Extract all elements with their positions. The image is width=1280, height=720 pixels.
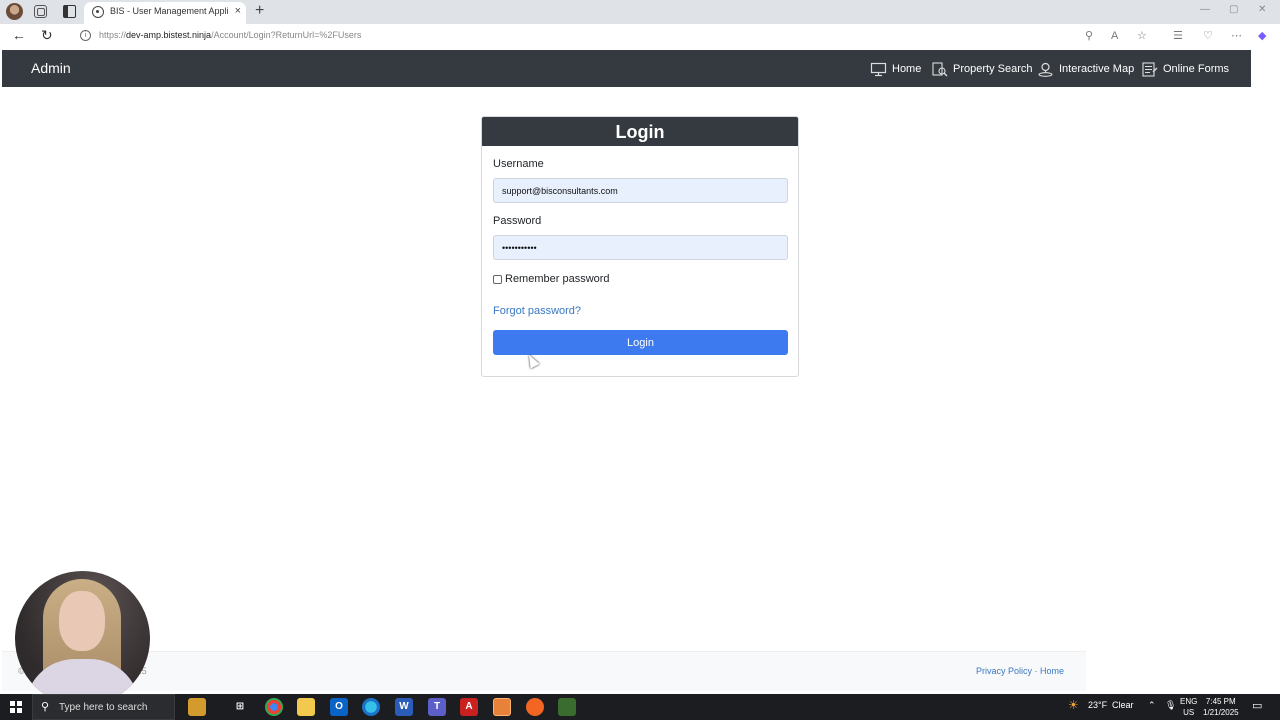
login-button[interactable]: Login [493, 330, 788, 355]
new-tab-button[interactable]: + [255, 1, 264, 21]
close-window-button[interactable]: ✕ [1258, 4, 1266, 15]
address-bar-row: ← ↻ i https://dev-amp.bistest.ninja/Acco… [0, 24, 1280, 48]
snipping-app-icon[interactable] [493, 698, 511, 716]
app-navbar: Admin Home Property Search Interactive M… [2, 50, 1251, 87]
webcam-overlay [15, 571, 150, 706]
footer-home-link[interactable]: Home [1040, 666, 1064, 676]
site-info-icon[interactable]: i [80, 30, 91, 41]
favorite-star-icon[interactable]: ☆ [1137, 30, 1147, 42]
password-label: Password [493, 215, 542, 227]
login-card-title: Login [482, 117, 798, 146]
language-indicator[interactable]: ENG US [1180, 696, 1197, 718]
password-input[interactable] [493, 235, 788, 260]
microphone-icon[interactable]: 🎙 [1165, 700, 1176, 711]
username-input[interactable] [493, 178, 788, 203]
teams-app-icon[interactable]: T [428, 698, 446, 716]
footer-links: Privacy Policy · Home [976, 666, 1064, 676]
nav-item-home[interactable]: Home [870, 60, 921, 78]
clock[interactable]: 7:45 PM 1/21/2025 [1203, 696, 1239, 718]
copilot-icon[interactable]: ◆ [1258, 30, 1266, 42]
weather-temp[interactable]: 23°F [1088, 700, 1107, 710]
remember-password-label[interactable]: Remember password [505, 273, 610, 285]
browser-tab-strip: BIS - User Management Applicati × + — ▢ … [0, 0, 1280, 24]
nav-item-interactive-map[interactable]: Interactive Map [1037, 60, 1134, 78]
login-card: Login Username Password Remember passwor… [481, 116, 799, 377]
monitor-icon [870, 62, 887, 77]
terminal-app-icon[interactable] [558, 698, 576, 716]
tab-close-icon[interactable]: × [235, 5, 241, 17]
taskbar-search[interactable]: ⚲ Type here to search [32, 694, 175, 720]
remember-password-checkbox[interactable] [493, 275, 502, 284]
maximize-button[interactable]: ▢ [1229, 4, 1238, 15]
chrome-app-icon[interactable] [265, 698, 283, 716]
tray-chevron-icon[interactable]: ⌃ [1148, 700, 1156, 711]
edge-app-icon[interactable] [362, 698, 380, 716]
notifications-icon[interactable]: ▭ [1252, 699, 1262, 712]
word-app-icon[interactable]: W [395, 698, 413, 716]
key-icon[interactable]: ⚲ [1085, 30, 1093, 42]
form-icon [1141, 61, 1158, 77]
nav-item-property-search[interactable]: Property Search [931, 60, 1032, 78]
windows-taskbar: ⚲ Type here to search ⊞ O W T A ☀ 23°F C… [0, 694, 1280, 720]
profile-avatar-icon[interactable] [6, 3, 23, 20]
search-icon: ⚲ [41, 701, 50, 713]
search-doc-icon [931, 61, 948, 77]
file-explorer-icon[interactable] [297, 698, 315, 716]
nav-item-label: Online Forms [1163, 63, 1230, 75]
privacy-policy-link[interactable]: Privacy Policy [976, 666, 1032, 676]
map-pin-icon [1037, 62, 1054, 77]
back-arrow-icon[interactable]: ← [12, 27, 26, 43]
windows-start-icon[interactable] [10, 701, 22, 713]
briefcase-app-icon[interactable] [188, 698, 206, 716]
username-label: Username [493, 158, 544, 170]
recorder-app-icon[interactable] [526, 698, 544, 716]
read-aloud-icon[interactable]: A [1111, 30, 1118, 42]
nav-item-label: Home [892, 63, 922, 75]
weather-desc[interactable]: Clear [1112, 700, 1134, 710]
page-footer: ©25 Privacy Policy · Home [2, 651, 1086, 691]
more-menu-icon[interactable]: ⋯ [1231, 30, 1242, 42]
browser-essentials-icon[interactable]: ♡ [1203, 30, 1213, 42]
nav-item-label: Interactive Map [1059, 63, 1135, 75]
acrobat-app-icon[interactable]: A [460, 698, 478, 716]
taskbar-search-placeholder: Type here to search [59, 702, 148, 713]
nav-item-label: Property Search [953, 63, 1033, 75]
navbar-brand[interactable]: Admin [31, 60, 71, 76]
url-text: https://dev-amp.bistest.ninja/Account/Lo… [99, 30, 362, 40]
tab-title: BIS - User Management Applicati [110, 6, 228, 16]
workspaces-icon[interactable] [34, 5, 47, 18]
refresh-icon[interactable]: ↻ [41, 27, 53, 43]
browser-tab-active[interactable]: BIS - User Management Applicati × [84, 2, 246, 24]
tab-favicon-icon [92, 6, 104, 18]
forgot-password-link[interactable]: Forgot password? [493, 305, 581, 317]
vertical-tabs-icon[interactable] [63, 5, 76, 18]
footer-separator: · [1031, 666, 1040, 676]
nav-item-online-forms[interactable]: Online Forms [1141, 60, 1229, 78]
task-view-icon[interactable]: ⊞ [231, 698, 249, 716]
outlook-app-icon[interactable]: O [330, 698, 348, 716]
favorites-list-icon[interactable]: ☰ [1173, 30, 1183, 42]
minimize-button[interactable]: — [1200, 4, 1210, 15]
url-field[interactable]: i https://dev-amp.bistest.ninja/Account/… [70, 26, 1160, 46]
weather-icon[interactable]: ☀ [1068, 698, 1079, 712]
